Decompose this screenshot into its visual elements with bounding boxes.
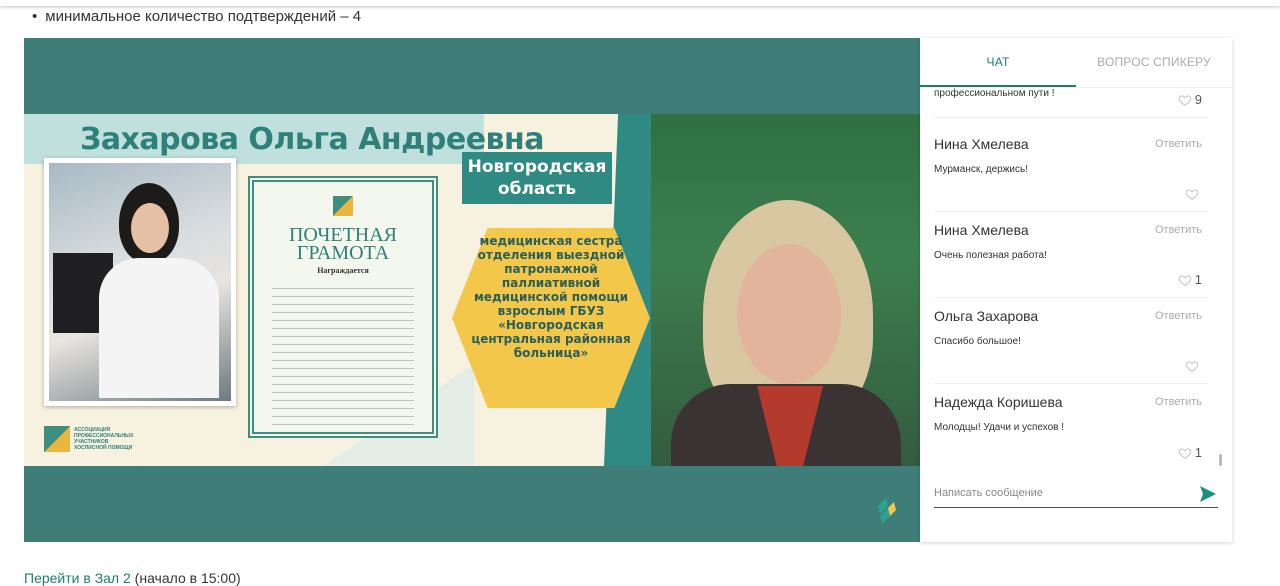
chat-message: Нина Хмелева Ответить Очень полезная раб… [934,212,1208,298]
reply-button[interactable]: Ответить [1155,138,1202,150]
chat-panel: ЧАТ ВОПРОС СПИКЕРУ профессиональном пути… [920,38,1232,542]
chat-message-author: Нина Хмелева [934,222,1029,238]
reply-button[interactable]: Ответить [1155,224,1202,236]
heart-icon [1178,94,1192,106]
like-button[interactable]: 1 [1178,272,1202,287]
region-line1: Новгородская [467,157,607,177]
presentation-slide: Захарова Ольга Андреевна ПОЧЕТНАЯ ГРАМОТ… [24,114,651,466]
association-logo-text: АССОЦИАЦИЯ ПРОФЕССИОНАЛЬНЫХ УЧАСТНИКОВ Х… [74,427,134,451]
top-header-shadow [0,0,1280,6]
send-icon[interactable] [1198,484,1218,504]
tab-chat[interactable]: ЧАТ [920,38,1076,87]
slide-person-photo [44,158,236,406]
chat-message-author: Ольга Захарова [934,308,1039,324]
chat-message-author: Нина Хмелева [934,136,1029,152]
chat-message-text: Молодцы! Удачи и успехов ! [934,422,1065,433]
chat-message: Надежда Коришева Ответить Молодцы! Удачи… [934,384,1208,470]
chat-scrollbar[interactable] [1219,88,1222,468]
bullet-list-item: минимальное количество подтверждений – 4 [32,8,361,25]
chat-message-author: Надежда Коришева [934,394,1063,410]
heart-icon [1178,447,1192,459]
reply-button[interactable]: Ответить [1155,310,1202,322]
chat-message-text: Мурманск, держись! [934,164,1029,175]
chat-message: Ольга Захарова Ответить Спасибо большое! [934,298,1208,384]
like-button[interactable]: 9 [1178,92,1202,107]
association-logo-icon [44,426,70,452]
slide-position-text: медицинская сестра отделения выездной па… [471,234,631,360]
like-button[interactable]: 1 [1178,445,1202,460]
chat-message-input[interactable] [934,480,1184,506]
player-logo-icon [878,498,896,524]
like-button[interactable] [1185,187,1202,201]
hall-start-time: (начало в 15:00) [134,570,241,586]
chat-message-text: Очень полезная работа! [934,250,1047,261]
chat-message: профессиональном пути ! 9 [934,88,1208,118]
heart-icon [1178,274,1192,286]
go-to-hall-2-link[interactable]: Перейти в Зал 2 [24,570,131,586]
like-count: 1 [1194,445,1202,460]
heart-icon [1185,361,1199,372]
like-count: 1 [1194,272,1202,287]
chat-message: Нина Хмелева Ответить Мурманск, держись! [934,126,1208,212]
region-line2: область [497,179,577,199]
certificate-logo-icon [333,196,353,216]
like-button[interactable] [1185,359,1202,373]
chat-tabs: ЧАТ ВОПРОС СПИКЕРУ [920,38,1232,88]
chat-composer [934,480,1218,508]
speaker-webcam [651,114,920,466]
video-player[interactable]: Захарова Ольга Андреевна ПОЧЕТНАЯ ГРАМОТ… [24,38,920,542]
chat-messages[interactable]: профессиональном пути ! 9 Нина Хмелева О… [920,88,1232,470]
like-count: 9 [1194,92,1202,107]
reply-button[interactable]: Ответить [1155,396,1202,408]
chat-message-text: профессиональном пути ! [934,88,1055,99]
tab-question-speaker[interactable]: ВОПРОС СПИКЕРУ [1076,38,1232,87]
certificate-body-text [272,281,414,431]
certificate-subtitle: Награждается [317,266,369,275]
slide-region-badge: Новгородская область [462,152,612,204]
heart-icon [1185,189,1199,200]
hall-link-row: Перейти в Зал 2 (начало в 15:00) [24,570,241,586]
chat-scrollbar-thumb[interactable] [1219,454,1222,466]
chat-message-text: Спасибо большое! [934,336,1021,347]
slide-certificate: ПОЧЕТНАЯ ГРАМОТА Награждается [248,176,438,438]
slide-association-logo: АССОЦИАЦИЯ ПРОФЕССИОНАЛЬНЫХ УЧАСТНИКОВ Х… [44,426,134,452]
certificate-title-line2: ГРАМОТА [296,242,390,264]
